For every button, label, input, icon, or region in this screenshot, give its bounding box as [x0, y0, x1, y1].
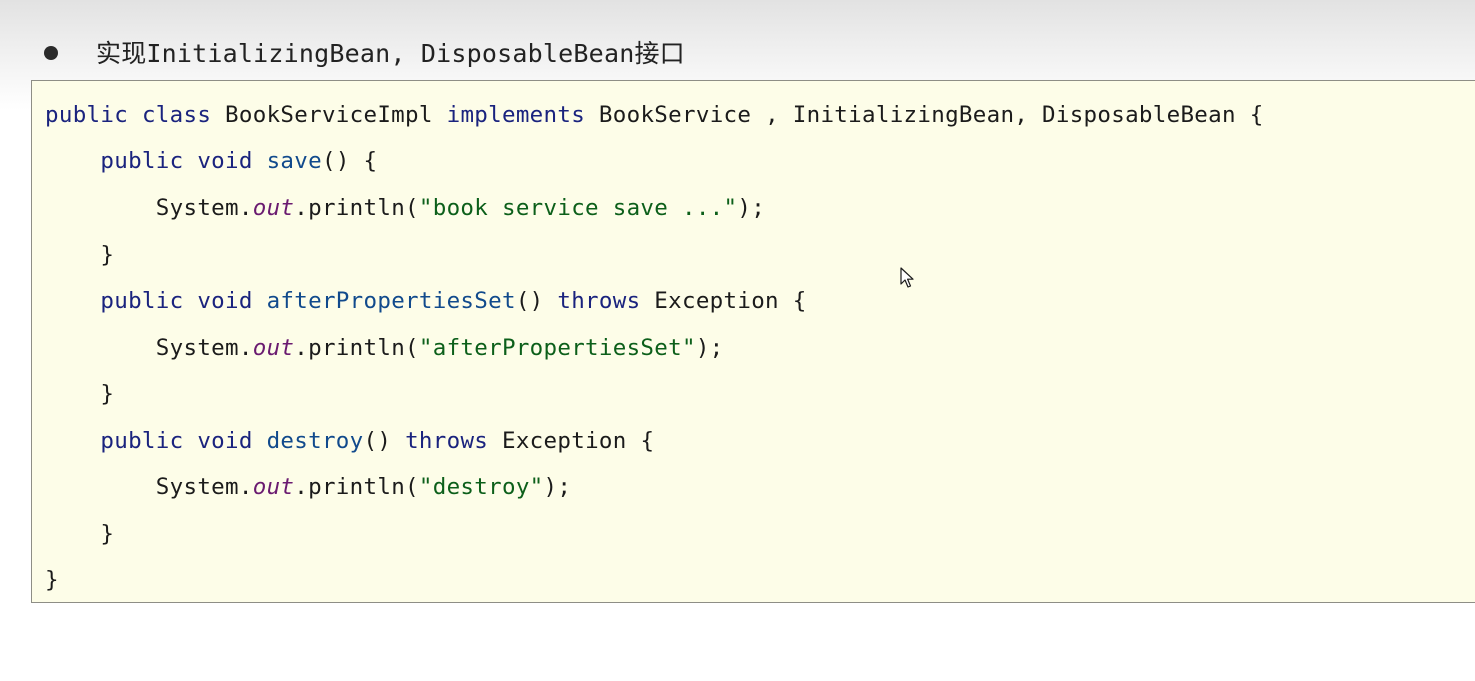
bullet-icon: [44, 46, 58, 60]
code-line-7: }: [45, 378, 114, 410]
string-literal: "book service save ...": [418, 195, 738, 221]
keyword: public: [45, 102, 129, 128]
code-line-5: public void afterPropertiesSet() throws …: [45, 285, 807, 317]
static-field: out: [252, 474, 295, 500]
static-field: out: [252, 335, 295, 361]
code-line-4: }: [45, 239, 114, 271]
keyword: void: [197, 288, 253, 314]
code-text: }: [45, 242, 115, 268]
code-text: );: [543, 474, 572, 500]
code-text: .println(: [294, 335, 419, 361]
code-text: }: [45, 381, 115, 407]
code-text: }: [45, 567, 59, 593]
string-literal: "afterPropertiesSet": [418, 335, 696, 361]
code-block: public class BookServiceImpl implements …: [31, 80, 1475, 603]
keyword: public: [100, 288, 184, 314]
code-text: .println(: [294, 195, 419, 221]
code-text: Exception {: [640, 288, 807, 314]
code-text: .println(: [294, 474, 419, 500]
code-line-1: public class BookServiceImpl implements …: [45, 99, 1264, 131]
code-line-11: }: [45, 564, 59, 596]
keyword: implements: [446, 102, 586, 128]
code-text: (): [363, 428, 406, 454]
method-name: afterPropertiesSet: [266, 288, 516, 314]
heading-text: 实现InitializingBean, DisposableBean接口: [96, 39, 685, 68]
string-literal: "destroy": [418, 474, 544, 500]
keyword: class: [141, 102, 212, 128]
code-text: Exception {: [488, 428, 655, 454]
keyword: throws: [405, 428, 489, 454]
code-line-8: public void destroy() throws Exception {: [45, 425, 654, 457]
code-text: }: [45, 521, 115, 547]
keyword: void: [197, 148, 253, 174]
section-heading: 实现InitializingBean, DisposableBean接口: [44, 30, 685, 74]
keyword: public: [100, 428, 184, 454]
method-name: save: [266, 148, 322, 174]
code-text: System.: [155, 195, 253, 221]
code-text: BookService , InitializingBean, Disposab…: [598, 102, 1264, 128]
code-text: (): [515, 288, 558, 314]
static-field: out: [252, 195, 295, 221]
method-name: destroy: [266, 428, 364, 454]
class-name: BookServiceImpl: [225, 102, 433, 128]
code-text: () {: [321, 148, 378, 174]
code-text: System.: [155, 335, 253, 361]
code-text: );: [695, 335, 724, 361]
keyword: public: [100, 148, 184, 174]
code-line-3: System.out.println("book service save ..…: [45, 192, 765, 224]
code-line-2: public void save() {: [45, 145, 377, 177]
code-line-10: }: [45, 518, 114, 550]
code-line-6: System.out.println("afterPropertiesSet")…: [45, 332, 724, 364]
keyword: void: [197, 428, 253, 454]
code-line-9: System.out.println("destroy");: [45, 471, 571, 503]
mouse-pointer-icon: [900, 267, 914, 288]
code-text: );: [737, 195, 766, 221]
code-text: System.: [155, 474, 253, 500]
keyword: throws: [557, 288, 641, 314]
